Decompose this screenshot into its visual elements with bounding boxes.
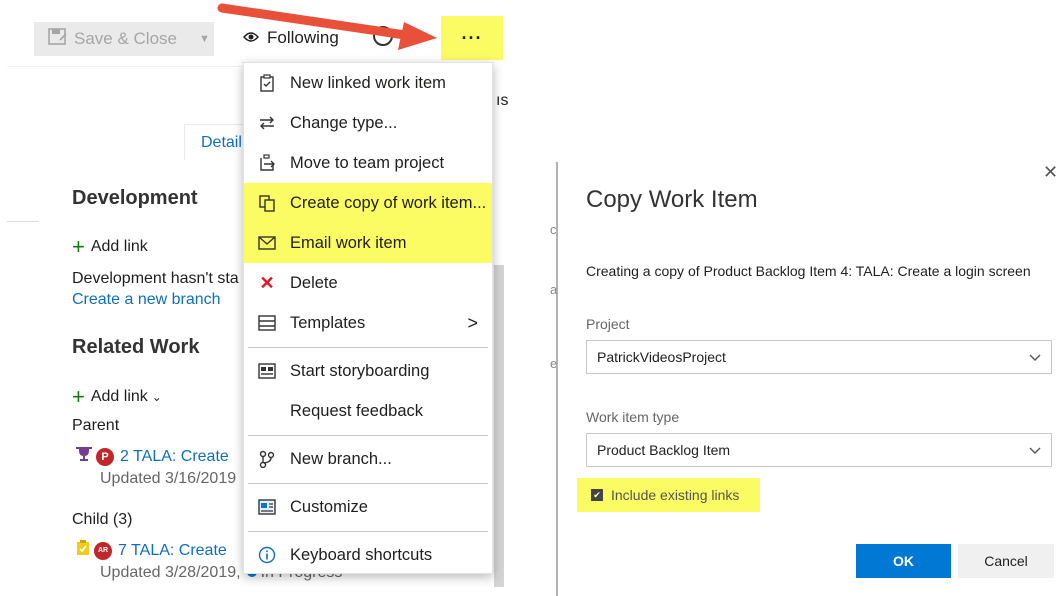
clipped-text: a — [550, 282, 558, 297]
plus-icon: + — [72, 234, 85, 259]
clipped-text: e — [550, 356, 558, 371]
cancel-button[interactable]: Cancel — [958, 544, 1054, 578]
development-title: Development — [72, 187, 198, 209]
chevron-down-icon — [1029, 442, 1041, 458]
work-item-type-label: Work item type — [586, 409, 680, 425]
ok-button[interactable]: OK — [856, 544, 951, 578]
save-close-label: Save & Close — [74, 29, 177, 48]
close-icon[interactable]: ✕ — [1043, 162, 1058, 183]
menu-item-new-linked-work-item[interactable]: New linked work item — [244, 63, 492, 103]
parent-work-item[interactable]: P 2 TALA: Create — [76, 446, 229, 467]
swap-arrows-icon — [244, 115, 290, 131]
project-value: PatrickVideosProject — [597, 349, 726, 365]
following-button[interactable]: Following — [243, 28, 339, 48]
header-divider — [7, 66, 243, 67]
menu-item-label: Change type... — [290, 113, 398, 132]
project-select[interactable]: PatrickVideosProject — [586, 340, 1052, 374]
save-icon — [48, 27, 74, 51]
customize-icon — [244, 499, 290, 515]
parent-item-title[interactable]: 2 TALA: Create — [120, 448, 229, 466]
work-item-type-value: Product Backlog Item — [597, 442, 731, 458]
child-item-title[interactable]: 7 TALA: Create — [118, 542, 227, 560]
dialog-description: Creating a copy of Product Backlog Item … — [586, 263, 1031, 279]
menu-item-label: Start storyboarding — [290, 361, 430, 380]
menu-item-label: Request feedback — [290, 401, 424, 420]
avatar: P — [96, 447, 114, 466]
menu-item-move-to-team-project[interactable]: Move to team project — [244, 143, 492, 183]
side-divider — [7, 221, 39, 222]
menu-separator — [248, 347, 488, 348]
menu-item-label: Create copy of work item... — [290, 193, 487, 212]
menu-separator — [248, 435, 488, 436]
related-add-link[interactable]: + Add link ⌄ — [72, 386, 162, 408]
include-links-label: Include existing links — [611, 487, 740, 503]
clipboard-link-icon — [244, 74, 290, 92]
project-label: Project — [586, 316, 630, 332]
more-actions-icon: ··· — [461, 27, 483, 48]
more-actions-button[interactable]: ··· — [441, 16, 503, 60]
chevron-down-icon[interactable]: ▼ — [199, 33, 210, 45]
copy-icon — [244, 194, 290, 212]
include-existing-links-checkbox[interactable]: ✔ Include existing links — [577, 478, 760, 512]
parent-updated: Updated 3/16/2019 — [100, 470, 237, 487]
chevron-right-icon: > — [467, 312, 478, 333]
menu-item-label: Customize — [290, 497, 368, 516]
dialog-title: Copy Work Item — [586, 186, 758, 213]
refresh-icon[interactable] — [373, 26, 393, 46]
menu-item-start-storyboarding[interactable]: Start storyboarding — [244, 351, 492, 391]
related-work-title: Related Work — [72, 336, 200, 358]
more-actions-menu: New linked work item Change type... Move… — [243, 62, 493, 574]
task-clipboard-icon — [76, 540, 90, 561]
clipped-text: c — [550, 222, 557, 237]
menu-item-label: New branch... — [290, 449, 392, 468]
child-updated-date: Updated 3/28/2019, — [100, 564, 241, 581]
menu-item-create-copy[interactable]: Create copy of work item... — [244, 183, 492, 223]
child-work-item[interactable]: AR 7 TALA: Create — [76, 540, 227, 561]
chevron-down-icon — [1029, 349, 1041, 365]
save-close-button[interactable]: Save & Close ▼ — [34, 22, 214, 56]
menu-item-new-branch[interactable]: New branch... — [244, 439, 492, 479]
storyboard-icon — [244, 363, 290, 379]
development-empty-text: Development hasn't sta — [72, 270, 239, 287]
add-link-label: Add link — [90, 238, 148, 255]
menu-item-templates[interactable]: Templates > — [244, 303, 492, 343]
tab-details-label[interactable]: Detail — [201, 134, 242, 152]
mail-icon — [244, 236, 290, 250]
move-export-icon — [244, 154, 290, 172]
checkbox-checked-icon[interactable]: ✔ — [591, 489, 603, 501]
parent-label: Parent — [72, 417, 120, 434]
menu-item-change-type[interactable]: Change type... — [244, 103, 492, 143]
menu-item-label: Keyboard shortcuts — [290, 545, 433, 564]
menu-item-label: Delete — [290, 273, 338, 292]
avatar: AR — [94, 541, 112, 560]
menu-item-email-work-item[interactable]: Email work item — [244, 223, 492, 263]
info-icon — [244, 546, 290, 564]
scrollbar-thumb[interactable] — [494, 265, 504, 587]
hidden-tab-text: ıs — [496, 92, 509, 109]
create-branch-link[interactable]: Create a new branch — [72, 291, 221, 309]
chevron-down-icon: ⌄ — [151, 390, 162, 404]
menu-separator — [248, 531, 488, 532]
menu-item-customize[interactable]: Customize — [244, 487, 492, 527]
trophy-icon — [76, 446, 92, 467]
plus-icon: + — [72, 384, 85, 409]
development-add-link[interactable]: + Add link — [72, 236, 148, 258]
menu-separator — [248, 483, 488, 484]
menu-item-label: Move to team project — [290, 153, 445, 172]
menu-item-keyboard-shortcuts[interactable]: Keyboard shortcuts — [244, 535, 492, 575]
eye-icon — [243, 30, 259, 46]
work-item-type-select[interactable]: Product Backlog Item — [586, 433, 1052, 467]
following-label: Following — [267, 28, 339, 47]
menu-item-label: Email work item — [290, 233, 407, 252]
delete-x-icon: ✕ — [259, 272, 275, 293]
templates-icon — [244, 315, 290, 331]
add-link-label: Add link — [90, 388, 148, 405]
child-label: Child (3) — [72, 511, 133, 528]
menu-item-label: Templates — [290, 313, 366, 332]
menu-item-delete[interactable]: ✕ Delete — [244, 263, 492, 303]
menu-item-request-feedback[interactable]: Request feedback — [244, 391, 492, 431]
menu-item-label: New linked work item — [290, 73, 446, 92]
branch-icon — [244, 450, 290, 468]
